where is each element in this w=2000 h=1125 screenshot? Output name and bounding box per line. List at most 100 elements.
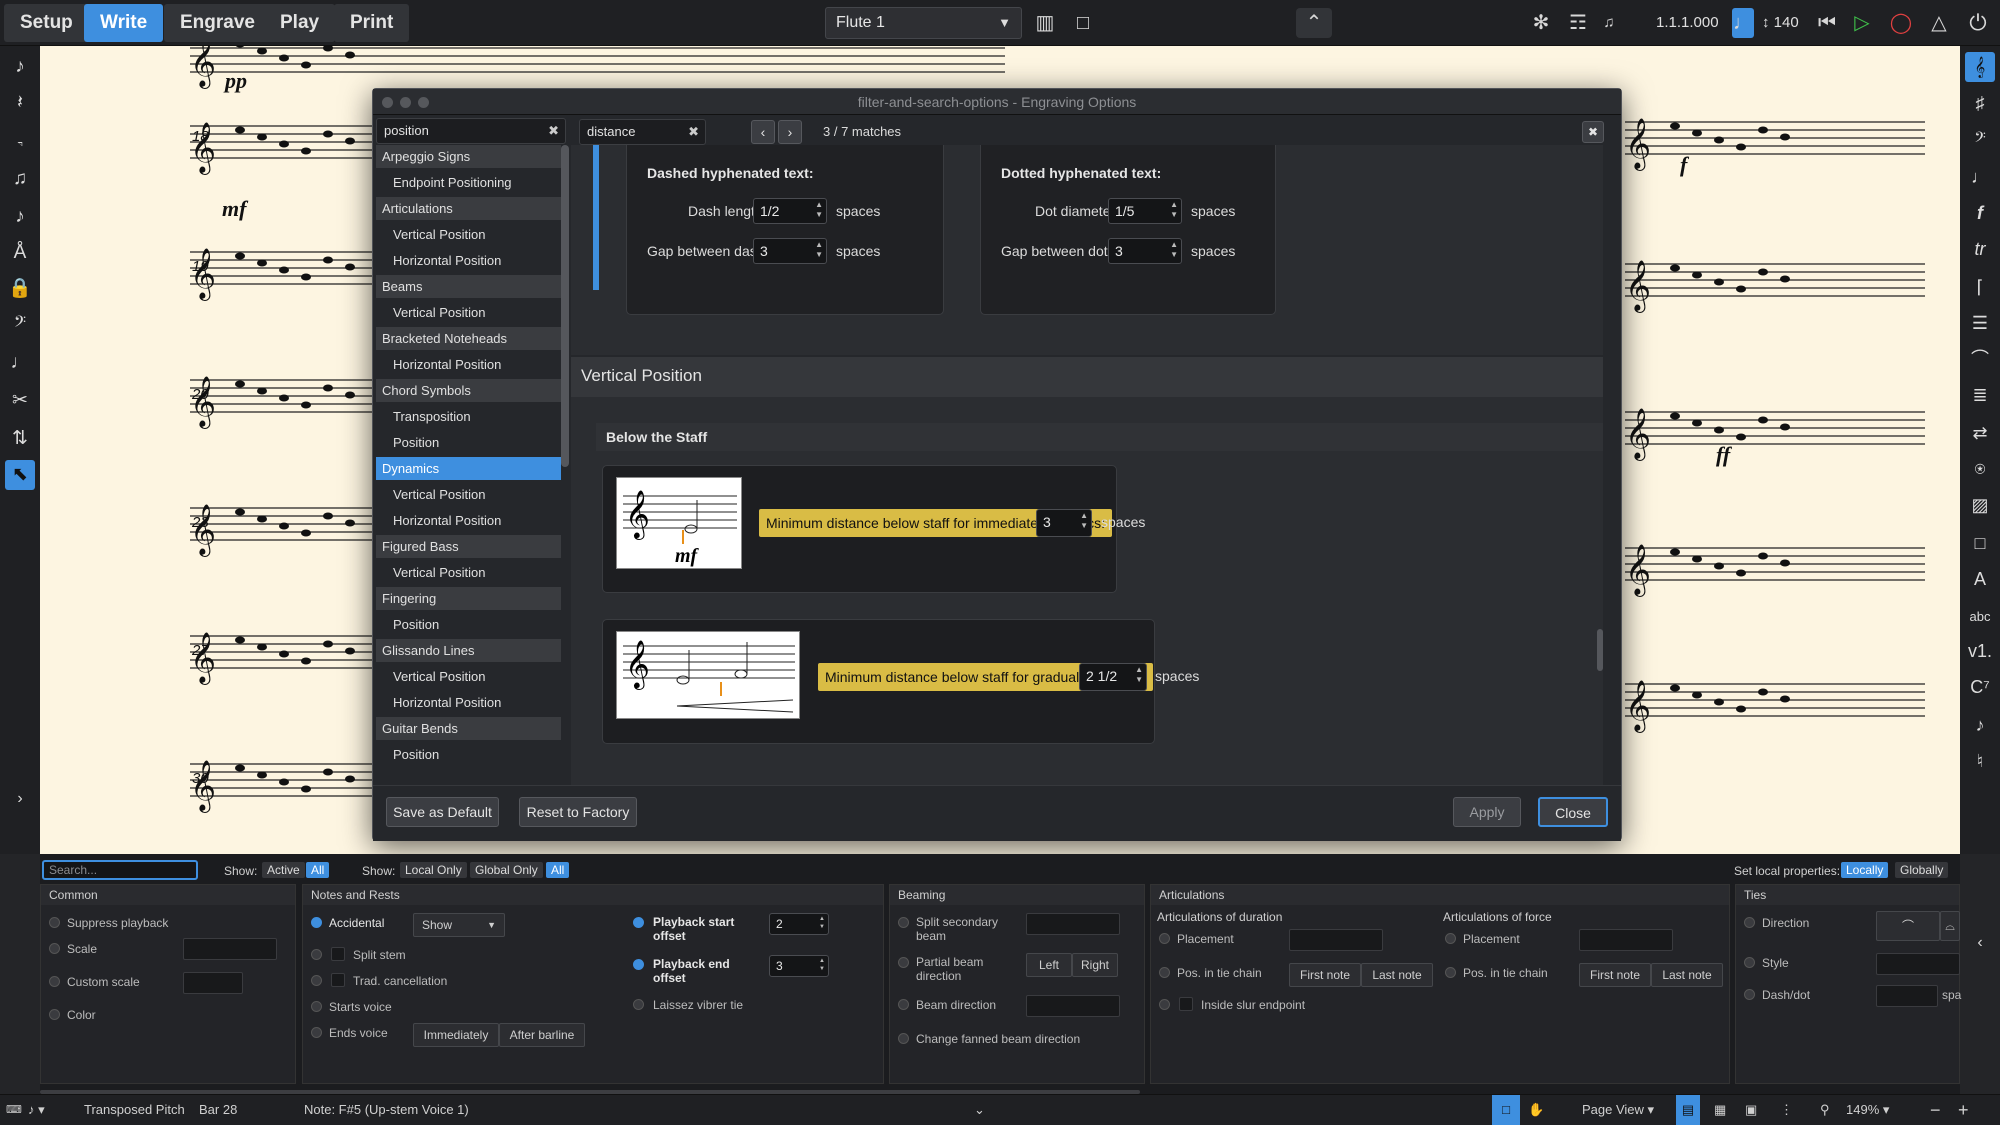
lock-icon[interactable]: 🔒 bbox=[5, 274, 35, 304]
ornaments-icon[interactable]: tr bbox=[1965, 234, 1995, 264]
stem-icon[interactable]: Å bbox=[5, 238, 35, 268]
bass-icon[interactable]: ♮ bbox=[1965, 746, 1995, 776]
nav-scrollbar[interactable] bbox=[561, 145, 569, 467]
inside-slur-checkbox[interactable] bbox=[1179, 997, 1193, 1011]
nav-subitem[interactable]: Horizontal Position bbox=[376, 249, 561, 272]
reset-to-factory-button[interactable]: Reset to Factory bbox=[519, 797, 637, 827]
record-icon[interactable]: ◯ bbox=[1886, 8, 1916, 38]
previous-match-button[interactable]: ‹ bbox=[751, 120, 775, 144]
mixer-icon[interactable]: ✻ bbox=[1526, 8, 1556, 38]
fanned-beam-toggle[interactable] bbox=[898, 1033, 909, 1044]
force-first-note-button[interactable]: First note bbox=[1579, 963, 1651, 987]
tab-print[interactable]: Print bbox=[334, 4, 410, 42]
playback-start-field[interactable]: 2 ▲ ▼ bbox=[769, 913, 829, 935]
close-button[interactable]: Close bbox=[1538, 797, 1608, 827]
zoom-out-icon[interactable]: − bbox=[1930, 1095, 1941, 1125]
window-icon[interactable]: □ bbox=[1068, 8, 1098, 38]
show-local-filter[interactable]: Local Only bbox=[400, 862, 467, 878]
globally-toggle[interactable]: Globally bbox=[1895, 862, 1949, 878]
after-barline-button[interactable]: After barline bbox=[499, 1023, 585, 1047]
nav-subitem[interactable]: Horizontal Position bbox=[376, 691, 561, 714]
custom-scale-toggle[interactable] bbox=[49, 976, 60, 987]
chevron-up-icon[interactable]: ⌃ bbox=[1296, 8, 1332, 38]
page-view-icon[interactable]: ▦ bbox=[1714, 1095, 1726, 1125]
key-sig-icon[interactable]: 𝄞 bbox=[1965, 52, 1995, 82]
scale-field[interactable] bbox=[183, 938, 277, 960]
clear-icon[interactable]: ✖ bbox=[688, 120, 699, 144]
show-active-filter[interactable]: Active bbox=[262, 862, 305, 878]
force-tie-toggle[interactable] bbox=[1445, 967, 1456, 978]
rewind-icon[interactable]: ⏮ bbox=[1812, 8, 1842, 38]
force-placement-toggle[interactable] bbox=[1445, 933, 1456, 944]
clef-icon[interactable]: 𝄢 bbox=[5, 310, 35, 340]
duration-last-note-button[interactable]: Last note bbox=[1361, 963, 1433, 987]
tie-direction-toggle[interactable] bbox=[1744, 917, 1755, 928]
color-toggle[interactable] bbox=[49, 1009, 60, 1020]
nav-category[interactable]: Chord Symbols bbox=[376, 379, 561, 402]
dot-diameter-field[interactable]: 1/5 ▲ ▼ bbox=[1108, 198, 1182, 224]
nav-subitem[interactable]: Vertical Position bbox=[376, 483, 561, 506]
duration-tie-toggle[interactable] bbox=[1159, 967, 1170, 978]
duration-first-note-button[interactable]: First note bbox=[1289, 963, 1361, 987]
zoom-in-icon[interactable]: + bbox=[1958, 1095, 1969, 1125]
instrument-selector[interactable]: Flute 1 ▼ bbox=[825, 7, 1022, 39]
holds-icon[interactable]: ⌒ bbox=[1965, 344, 1995, 374]
tie-up-button[interactable]: ⌒ bbox=[1876, 911, 1940, 941]
lines-icon[interactable]: ⇄ bbox=[1965, 418, 1995, 448]
nav-subitem[interactable]: Horizontal Position bbox=[376, 353, 561, 376]
nav-category[interactable]: Figured Bass bbox=[376, 535, 561, 558]
immediate-dynamics-field[interactable]: 3 ▲ ▼ bbox=[1036, 509, 1092, 537]
tuplet-icon[interactable]: ♩ bbox=[5, 348, 35, 378]
hand-icon[interactable]: ✋ bbox=[1528, 1095, 1544, 1125]
suppress-playback-toggle[interactable] bbox=[49, 917, 60, 928]
gap-dots-field[interactable]: 3 ▲ ▼ bbox=[1108, 238, 1182, 264]
trad-cancel-toggle[interactable] bbox=[311, 975, 322, 986]
chord-symbol-icon[interactable]: C⁷ bbox=[1965, 672, 1995, 702]
partial-beam-toggle[interactable] bbox=[898, 957, 909, 968]
nav-subitem[interactable]: Vertical Position bbox=[376, 561, 561, 584]
playback-end-toggle[interactable] bbox=[633, 959, 644, 970]
properties-search-input[interactable]: Search... bbox=[42, 860, 198, 880]
accidental-toggle[interactable] bbox=[311, 917, 322, 928]
time-sig-icon[interactable]: ♯ bbox=[1965, 88, 1995, 118]
show-all-filter[interactable]: All bbox=[306, 862, 330, 878]
zoom-icon[interactable]: ⚲ bbox=[1820, 1095, 1830, 1125]
duration-placement-field[interactable] bbox=[1289, 929, 1383, 951]
metronome-note-icon[interactable]: ♩ bbox=[1732, 8, 1754, 38]
nav-category[interactable]: Beams bbox=[376, 275, 561, 298]
nav-category[interactable]: Glissando Lines bbox=[376, 639, 561, 662]
dynamics-icon[interactable]: f bbox=[1965, 198, 1995, 228]
pedal-icon[interactable]: ⍟ bbox=[1965, 454, 1995, 484]
nav-category[interactable]: Fingering bbox=[376, 587, 561, 610]
keyboard-icon[interactable]: ⌨ bbox=[6, 1095, 22, 1125]
starts-voice-toggle[interactable] bbox=[311, 1001, 322, 1012]
tie-dash-toggle[interactable] bbox=[1744, 989, 1755, 1000]
nav-subitem[interactable]: Transposition bbox=[376, 405, 561, 428]
metronome-icon[interactable]: △ bbox=[1924, 8, 1954, 38]
verse-icon[interactable]: v1. bbox=[1965, 636, 1995, 666]
nav-subitem[interactable]: Endpoint Positioning bbox=[376, 171, 561, 194]
save-as-default-button[interactable]: Save as Default bbox=[386, 797, 499, 827]
beam-direction-toggle[interactable] bbox=[898, 999, 909, 1010]
split-beam-toggle[interactable] bbox=[898, 917, 909, 928]
note-value-icon[interactable]: ♪ ▾ bbox=[28, 1095, 45, 1125]
nav-search-input[interactable]: position ✖ bbox=[376, 118, 566, 144]
dash-length-field[interactable]: 1/2 ▲ ▼ bbox=[753, 198, 827, 224]
text-icon[interactable]: A bbox=[1965, 564, 1995, 594]
tie-dash-field[interactable] bbox=[1876, 985, 1938, 1007]
tab-play[interactable]: Play bbox=[264, 4, 336, 42]
power-icon[interactable]: ⏻ bbox=[1963, 8, 1993, 38]
select-mode-icon[interactable]: □ bbox=[1492, 1095, 1520, 1125]
slash-icon[interactable]: 𝅐 bbox=[5, 126, 35, 156]
tempo-icon[interactable]: ♩ bbox=[1965, 162, 1995, 192]
apply-button[interactable]: Apply bbox=[1453, 797, 1521, 827]
clear-search-button[interactable]: ✖ bbox=[1582, 121, 1604, 143]
tie-style-field[interactable] bbox=[1876, 953, 1960, 975]
tie-down-button[interactable]: ⌓ bbox=[1940, 911, 1960, 941]
pitch-mode[interactable]: Transposed Pitch bbox=[84, 1095, 185, 1125]
nav-subitem[interactable]: Position bbox=[376, 431, 561, 454]
grace-note-icon[interactable]: ♪ bbox=[5, 202, 35, 232]
galley-view-icon[interactable]: ▣ bbox=[1745, 1095, 1757, 1125]
content-search-input[interactable]: distance ✖ bbox=[579, 119, 706, 145]
play-icon[interactable]: ▷ bbox=[1847, 8, 1877, 38]
